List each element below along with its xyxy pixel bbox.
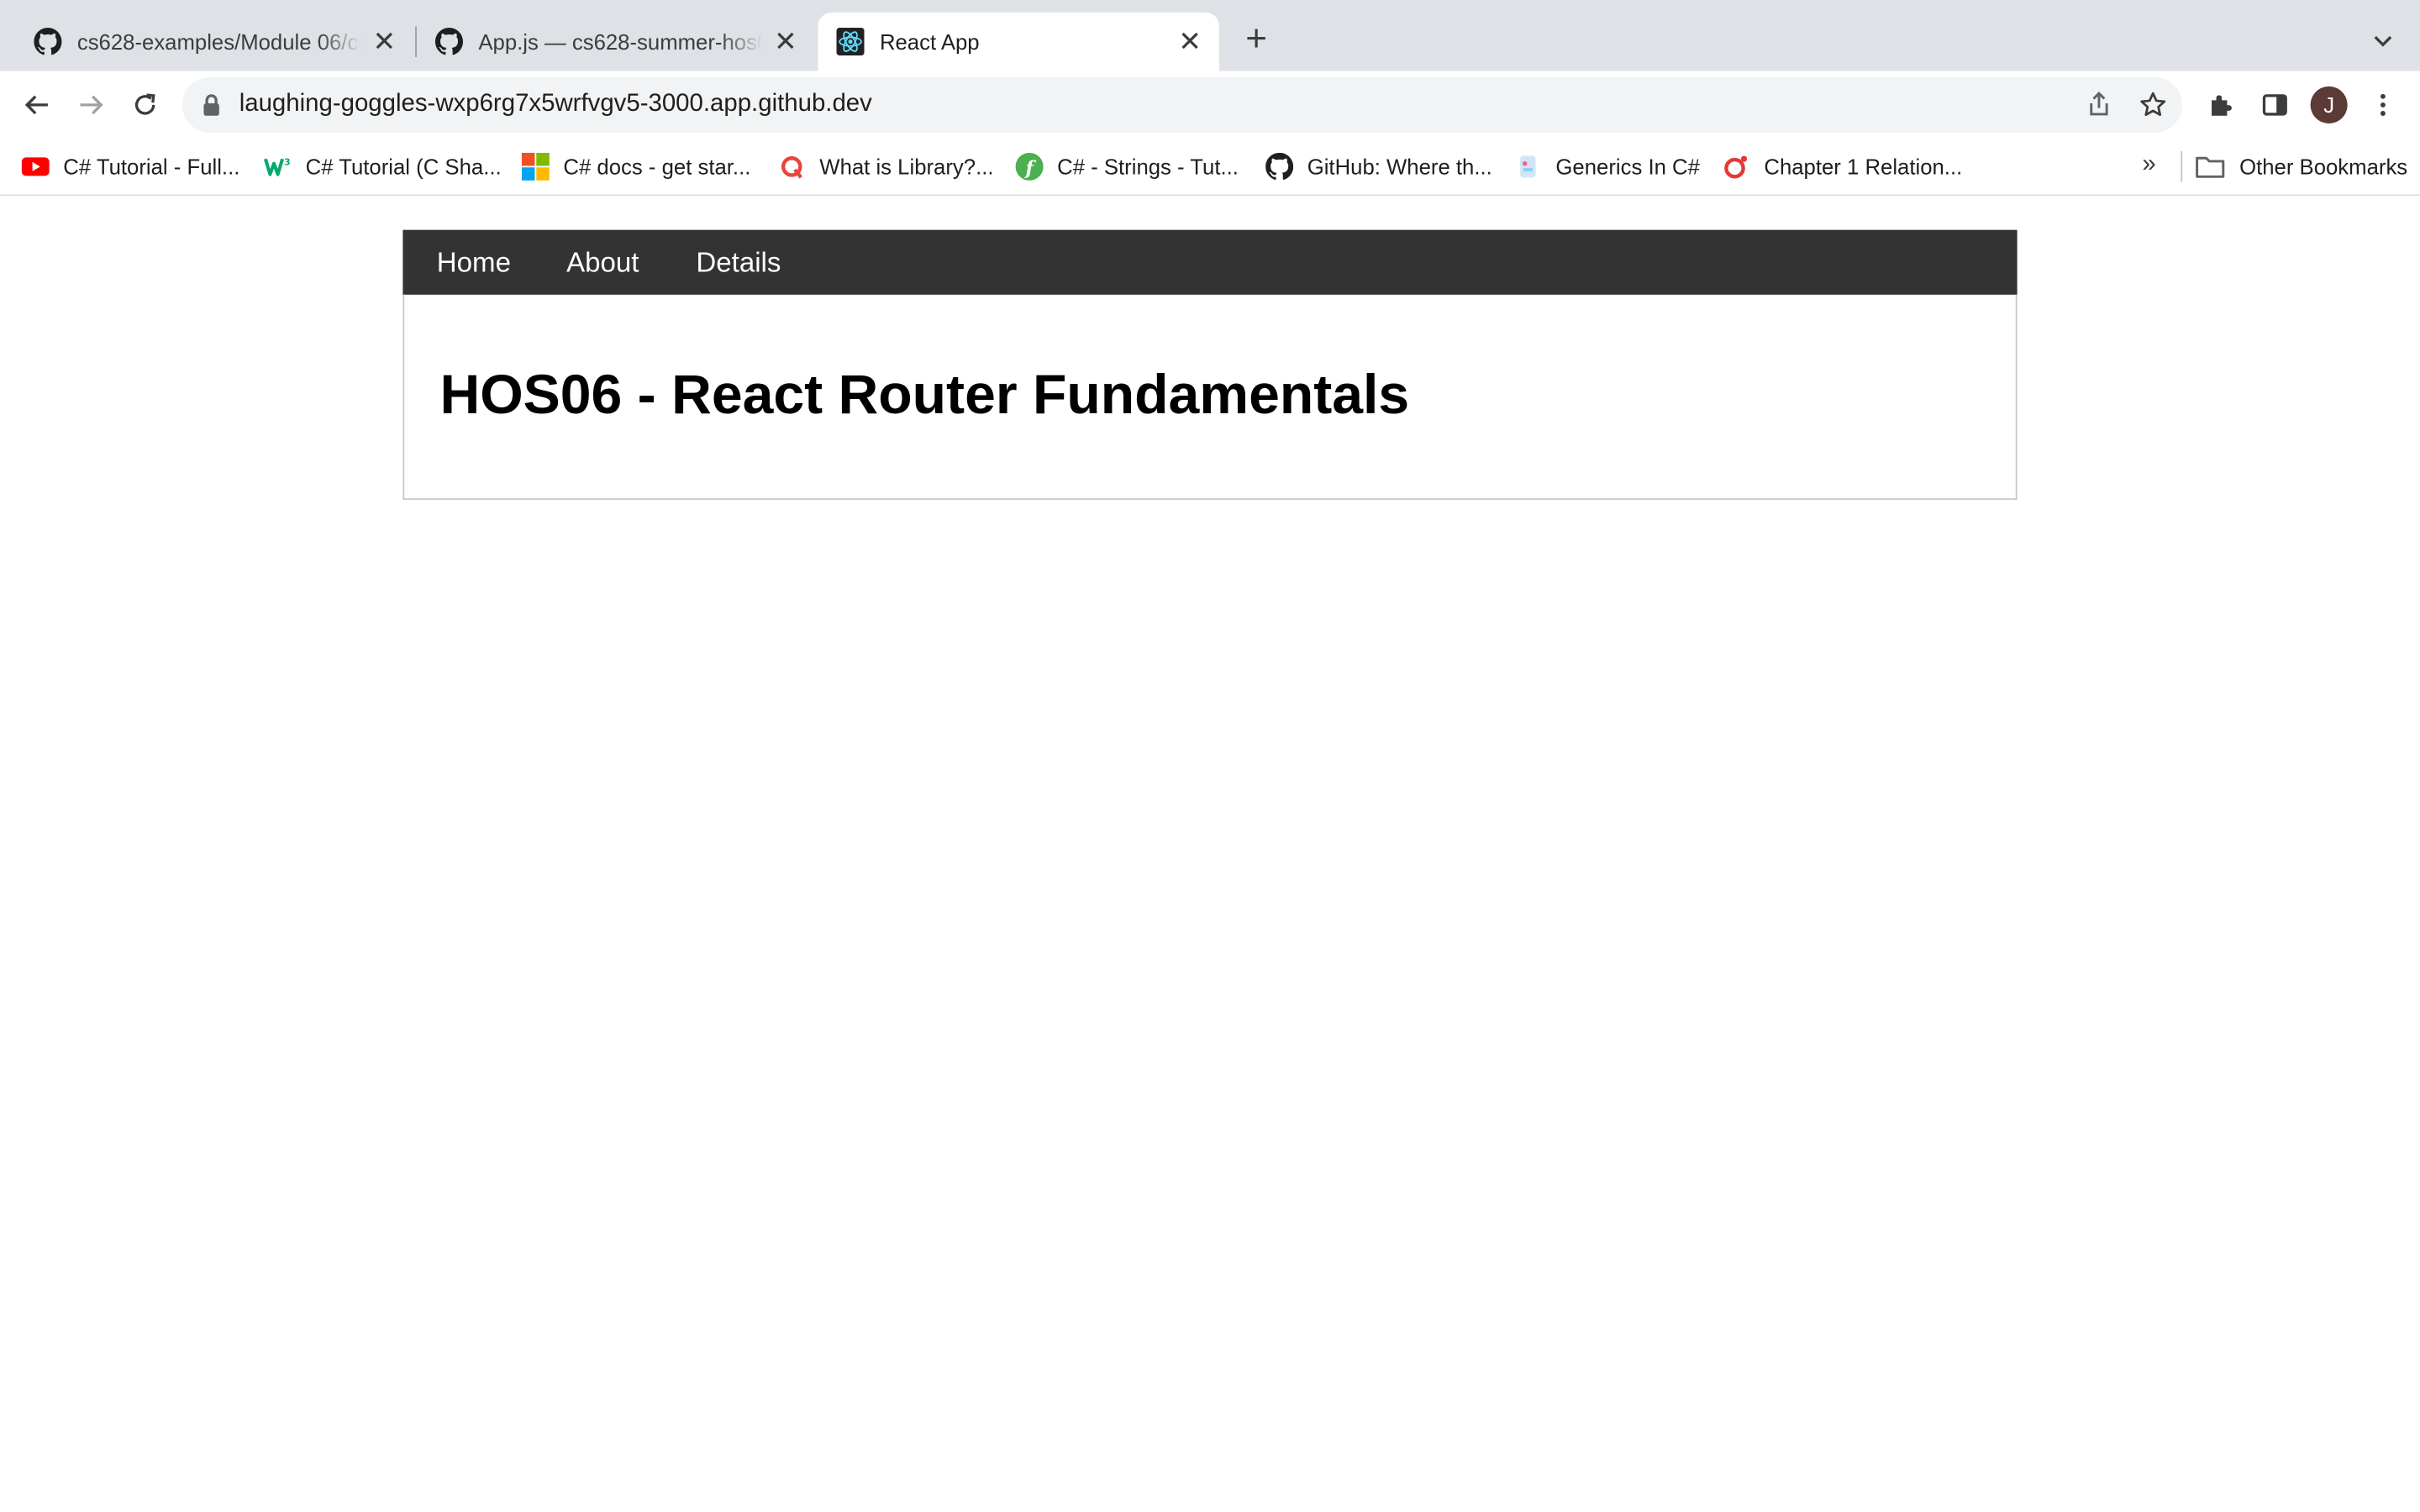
forward-button[interactable] [70,83,113,126]
bookmark-item[interactable]: What is Library?... [778,151,994,182]
bookmark-label: C# Tutorial (C Sha... [305,154,502,180]
more-menu-icon[interactable] [2365,87,2402,123]
folder-icon [2195,153,2226,181]
w3schools-icon: 3 [264,153,292,181]
github-icon [434,28,464,55]
side-panel-icon[interactable] [2256,87,2293,123]
github-icon [34,28,62,55]
browser-window: cs628-examples/Module 06/client ✕ App.js… [0,0,2420,1512]
github-icon [1265,152,1294,181]
tab-app-js[interactable]: App.js — cs628-summer-hos06 ✕ [417,13,815,71]
bookmark-label: C# docs - get star... [563,154,751,180]
bookmarks-bar: C# Tutorial - Full... 3 C# Tutorial (C S… [0,139,2420,197]
site-icon: f [1015,152,1044,181]
bookmark-label: Chapter 1 Relation... [1764,154,1963,180]
chevron-down-icon[interactable] [2365,22,2402,59]
tab-title: cs628-examples/Module 06/client [76,29,361,55]
bookmark-item[interactable]: Chapter 1 Relation... [1723,151,1962,182]
tab-strip: cs628-examples/Module 06/client ✕ App.js… [0,0,2420,71]
arrow-left-icon [24,95,48,115]
bookmark-label: C# - Strings - Tut... [1057,154,1239,180]
url-text[interactable]: laughing-goggles-wxp6rg7x5wrfvgv5-3000.a… [239,91,872,118]
site-icon [1723,153,1750,181]
bookmark-item[interactable]: Generics In C# [1514,151,1700,182]
site-icon [778,153,806,181]
bookmark-label: C# Tutorial - Full... [63,154,240,180]
nav-link-details[interactable]: Details [696,230,781,295]
reload-icon [134,93,155,115]
browser-toolbar: laughing-goggles-wxp6rg7x5wrfvgv5-3000.a… [0,71,2420,139]
arrow-right-icon [80,95,103,115]
share-icon[interactable] [2084,90,2115,121]
app-navbar: Home About Details [402,229,2018,295]
site-icon [1514,153,1542,181]
other-bookmarks[interactable]: Other Bookmarks [2195,151,2407,182]
microsoft-icon [521,152,550,181]
react-icon [836,28,865,56]
tab-cs628-examples[interactable]: cs628-examples/Module 06/client ✕ [15,13,413,71]
page-title: HOS06 - React Router Fundamentals [439,362,1410,426]
extensions-icon[interactable] [2202,87,2239,123]
address-bar[interactable]: laughing-goggles-wxp6rg7x5wrfvgv5-3000.a… [182,76,2183,133]
content-card: HOS06 - React Router Fundamentals [402,294,2018,501]
bookmark-item[interactable]: C# docs - get star... [521,151,751,182]
profile-avatar[interactable]: J [2310,86,2348,123]
bookmarks-overflow-button[interactable]: » [2142,151,2155,179]
bookmark-item[interactable]: 3 C# Tutorial (C Sha... [264,151,502,182]
other-bookmarks-label: Other Bookmarks [2239,154,2408,180]
bookmark-item[interactable]: GitHub: Where th... [1265,151,1492,182]
nav-link-about[interactable]: About [566,230,639,295]
youtube-icon [21,153,50,181]
tab-title: App.js — cs628-summer-hos06 [478,29,763,55]
bookmark-star-icon[interactable] [2138,90,2169,121]
bookmark-label: GitHub: Where th... [1307,154,1492,180]
bookmarks-divider [2181,151,2183,182]
close-tab-icon[interactable]: ✕ [1176,28,1204,55]
tab-react-app[interactable]: React App ✕ [818,12,1220,71]
page-viewport: Home About Details HOS06 - React Router … [0,196,2420,1512]
nav-link-home[interactable]: Home [437,230,511,295]
back-button[interactable] [15,83,58,126]
bookmark-label: Generics In C# [1555,154,1700,180]
svg-text:3: 3 [284,157,291,168]
close-tab-icon[interactable]: ✕ [771,28,799,55]
bookmark-item[interactable]: C# Tutorial - Full... [21,151,240,182]
bookmark-label: What is Library?... [819,154,994,180]
bookmark-item[interactable]: f C# - Strings - Tut... [1015,151,1239,182]
lock-icon [203,94,219,116]
new-tab-button[interactable]: + [1234,18,1277,61]
close-tab-icon[interactable]: ✕ [371,28,398,55]
tab-title: React App [879,29,980,55]
reload-button[interactable] [124,83,166,126]
